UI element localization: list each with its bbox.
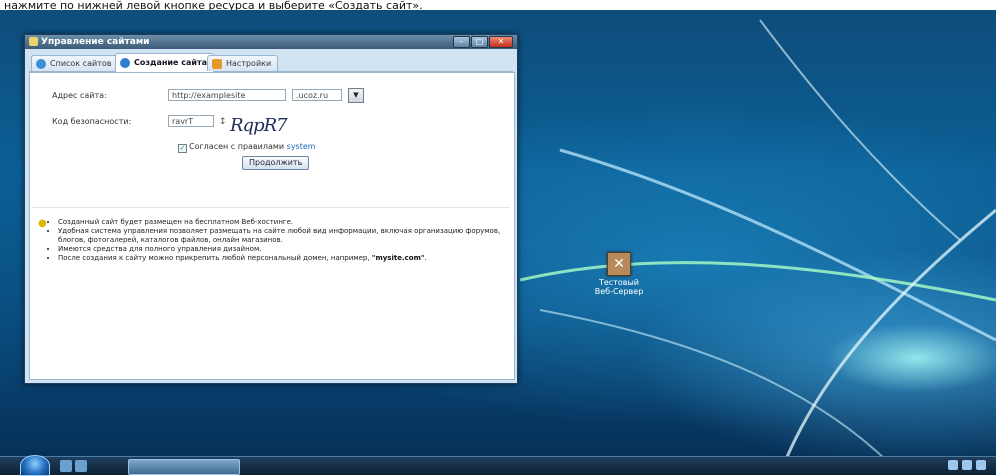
globe-icon <box>36 59 46 69</box>
list-item: Имеются средства для полного управления … <box>58 245 520 254</box>
captcha-separator: ↕ <box>219 117 227 127</box>
info-list: Созданный сайт будет размещен на бесплат… <box>48 218 520 263</box>
address-label: Адрес сайта: <box>52 91 107 100</box>
list-item: После создания к сайту можно прикрепить … <box>58 254 520 263</box>
list-item: Удобная система управления позволяет раз… <box>58 227 520 245</box>
create-site-panel: Адрес сайта: http://examplesite .ucoz.ru… <box>29 72 515 380</box>
language-icon[interactable] <box>976 460 986 470</box>
show-desktop-icon[interactable] <box>60 460 72 472</box>
tab-bar: Список сайтов Создание сайта Настройки <box>29 51 513 72</box>
lightbulb-icon: ● <box>38 218 47 229</box>
divider <box>32 207 510 208</box>
desktop-icon-label: Тестовый Веб-Сервер <box>594 278 644 296</box>
agree-checkbox[interactable]: ✓ <box>178 144 187 153</box>
site-management-window: Управление сайтами – □ ✕ Список сайтов Соз… <box>24 34 518 384</box>
tab-create-site[interactable]: Создание сайта <box>115 53 214 72</box>
chevron-down-icon[interactable]: ▼ <box>348 88 364 103</box>
list-item: Созданный сайт будет размещен на бесплат… <box>58 218 520 227</box>
domain-select[interactable]: .ucoz.ru <box>292 89 342 101</box>
start-button[interactable] <box>20 455 50 476</box>
window-title: Управление сайтами <box>41 37 150 47</box>
captcha-image: RqpR7 <box>230 115 288 136</box>
system-tray <box>944 460 986 472</box>
continue-button[interactable]: Продолжить <box>242 156 310 170</box>
quick-launch-bar <box>60 460 110 472</box>
taskbar-window-button[interactable] <box>128 459 240 475</box>
tab-label: Настройки <box>226 59 272 68</box>
desktop: ✕ Тестовый Веб-Сервер Управление сайтами… <box>0 10 996 474</box>
maximize-button[interactable]: □ <box>471 36 488 48</box>
terms-link[interactable]: system <box>287 142 316 151</box>
network-icon[interactable] <box>948 460 958 470</box>
tools-icon: ✕ <box>607 252 631 276</box>
tab-label: Создание сайта <box>134 58 207 67</box>
security-code-label: Код безопасности: <box>52 117 132 126</box>
tab-site-list[interactable]: Список сайтов <box>31 55 119 71</box>
minimize-button[interactable]: – <box>453 36 470 48</box>
desktop-icon-test-webserver[interactable]: ✕ Тестовый Веб-Сервер <box>590 252 648 296</box>
close-button[interactable]: ✕ <box>489 36 513 48</box>
security-code-input[interactable]: ravrT <box>168 115 214 127</box>
agree-terms-row[interactable]: ✓ Согласен с правилами system <box>178 142 316 153</box>
tab-settings[interactable]: Настройки <box>207 55 279 71</box>
window-titlebar[interactable]: Управление сайтами – □ ✕ <box>25 35 517 49</box>
domain-example: "mysite.com" <box>371 254 425 262</box>
agree-text: Согласен с правилами <box>189 142 285 151</box>
tab-label: Список сайтов <box>50 59 112 68</box>
browser-icon[interactable] <box>75 460 87 472</box>
info-text: После создания к сайту можно прикрепить … <box>58 254 370 262</box>
site-address-input[interactable]: http://examplesite <box>168 89 286 101</box>
volume-icon[interactable] <box>962 460 972 470</box>
settings-icon <box>212 59 222 69</box>
app-icon <box>29 37 38 46</box>
globe-icon <box>120 58 130 68</box>
